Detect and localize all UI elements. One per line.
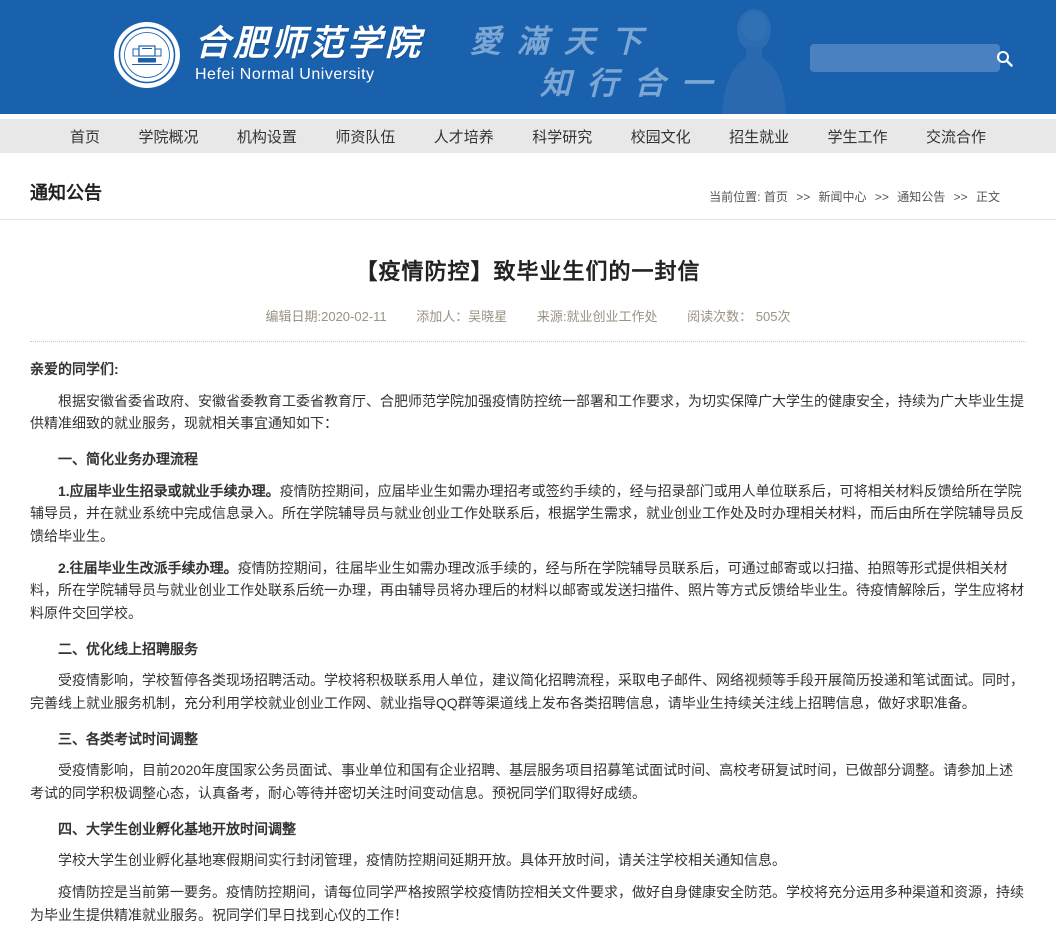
- meta-read-count: 阅读次数： 505次: [687, 309, 790, 324]
- search-icon: [996, 50, 1013, 67]
- section-2-heading: 二、优化线上招聘服务: [30, 638, 1026, 661]
- section-3-heading: 三、各类考试时间调整: [30, 728, 1026, 751]
- paragraph-lead: 1.应届毕业生招录或就业手续办理。: [58, 483, 280, 499]
- university-logo-link[interactable]: 合肥师范学院 Hefei Normal University: [114, 22, 423, 88]
- breadcrumb-separator: >>: [796, 190, 810, 204]
- breadcrumb-separator: >>: [875, 190, 889, 204]
- motto-line1: 愛滿天下: [470, 16, 658, 61]
- section-4-heading: 四、大学生创业孵化基地开放时间调整: [30, 818, 1026, 841]
- article: 【疫情防控】致毕业生们的一封信 编辑日期:2020-02-11 添加人：吴晓星 …: [0, 254, 1056, 926]
- nav-item-faculty[interactable]: 师资队伍: [325, 126, 405, 147]
- nav-item-students[interactable]: 学生工作: [818, 126, 898, 147]
- main-nav: 首页 学院概况 机构设置 师资队伍 人才培养 科学研究 校园文化 招生就业 学生…: [0, 119, 1056, 153]
- section-1-paragraph-1: 1.应届毕业生招录或就业手续办理。疫情防控期间，应届毕业生如需办理招考或签约手续…: [30, 480, 1026, 548]
- intro-paragraph: 根据安徽省委省政府、安徽省委教育工委省教育厅、合肥师范学院加强疫情防控统一部署和…: [30, 390, 1026, 435]
- university-seal-logo: [114, 22, 180, 88]
- search-box: [810, 44, 1000, 72]
- salutation: 亲爱的同学们:: [30, 358, 1026, 381]
- section-head: 通知公告 当前位置: 首页 >> 新闻中心 >> 通知公告 >> 正文: [0, 153, 1056, 220]
- nav-item-research[interactable]: 科学研究: [522, 126, 602, 147]
- breadcrumb-label: 当前位置:: [709, 190, 760, 204]
- column-title: 通知公告: [30, 179, 102, 205]
- article-body: 亲爱的同学们: 根据安徽省委省政府、安徽省委教育工委省教育厅、合肥师范学院加强疫…: [30, 358, 1026, 926]
- statue-image: [692, 0, 812, 114]
- nav-item-training[interactable]: 人才培养: [424, 126, 504, 147]
- nav-item-overview[interactable]: 学院概况: [128, 126, 208, 147]
- article-title: 【疫情防控】致毕业生们的一封信: [30, 254, 1026, 286]
- paragraph-lead: 2.往届毕业生改派手续办理。: [58, 560, 238, 576]
- search-input[interactable]: [820, 44, 996, 72]
- section-1-paragraph-2: 2.往届毕业生改派手续办理。疫情防控期间，往届毕业生如需办理改派手续的，经与所在…: [30, 557, 1026, 625]
- search-button[interactable]: [996, 47, 1013, 69]
- breadcrumb-home[interactable]: 首页: [764, 190, 788, 204]
- breadcrumb-news-center[interactable]: 新闻中心: [819, 190, 867, 204]
- meta-source: 来源:就业创业工作处: [537, 309, 658, 324]
- university-name-cn: 合肥师范学院: [195, 26, 423, 63]
- breadcrumb-current[interactable]: 正文: [976, 190, 1000, 204]
- breadcrumb: 当前位置: 首页 >> 新闻中心 >> 通知公告 >> 正文: [709, 188, 1026, 205]
- meta-edit-date: 编辑日期:2020-02-11: [266, 309, 387, 324]
- seal-graphic: [118, 26, 176, 84]
- university-name-en: Hefei Normal University: [195, 66, 423, 84]
- section-3-paragraph-1: 受疫情影响，目前2020年度国家公务员面试、事业单位和国有企业招聘、基层服务项目…: [30, 759, 1026, 804]
- site-header: 合肥师范学院 Hefei Normal University 愛滿天下 知行合一: [0, 0, 1056, 114]
- nav-item-campus[interactable]: 校园文化: [621, 126, 701, 147]
- nav-item-departments[interactable]: 机构设置: [227, 126, 307, 147]
- meta-author: 添加人：吴晓星: [416, 309, 507, 324]
- university-names: 合肥师范学院 Hefei Normal University: [195, 26, 423, 84]
- nav-item-exchange[interactable]: 交流合作: [916, 126, 996, 147]
- breadcrumb-separator: >>: [954, 190, 968, 204]
- nav-item-home[interactable]: 首页: [60, 126, 110, 147]
- section-2-paragraph-1: 受疫情影响，学校暂停各类现场招聘活动。学校将积极联系用人单位，建议简化招聘流程，…: [30, 669, 1026, 714]
- closing-paragraph: 疫情防控是当前第一要务。疫情防控期间，请每位同学严格按照学校疫情防控相关文件要求…: [30, 881, 1026, 926]
- nav-item-admissions[interactable]: 招生就业: [719, 126, 799, 147]
- section-1-heading: 一、简化业务办理流程: [30, 448, 1026, 471]
- section-4-paragraph-1: 学校大学生创业孵化基地寒假期间实行封闭管理，疫情防控期间延期开放。具体开放时间，…: [30, 849, 1026, 872]
- breadcrumb-notices[interactable]: 通知公告: [897, 190, 945, 204]
- article-meta: 编辑日期:2020-02-11 添加人：吴晓星 来源:就业创业工作处 阅读次数：…: [30, 306, 1026, 342]
